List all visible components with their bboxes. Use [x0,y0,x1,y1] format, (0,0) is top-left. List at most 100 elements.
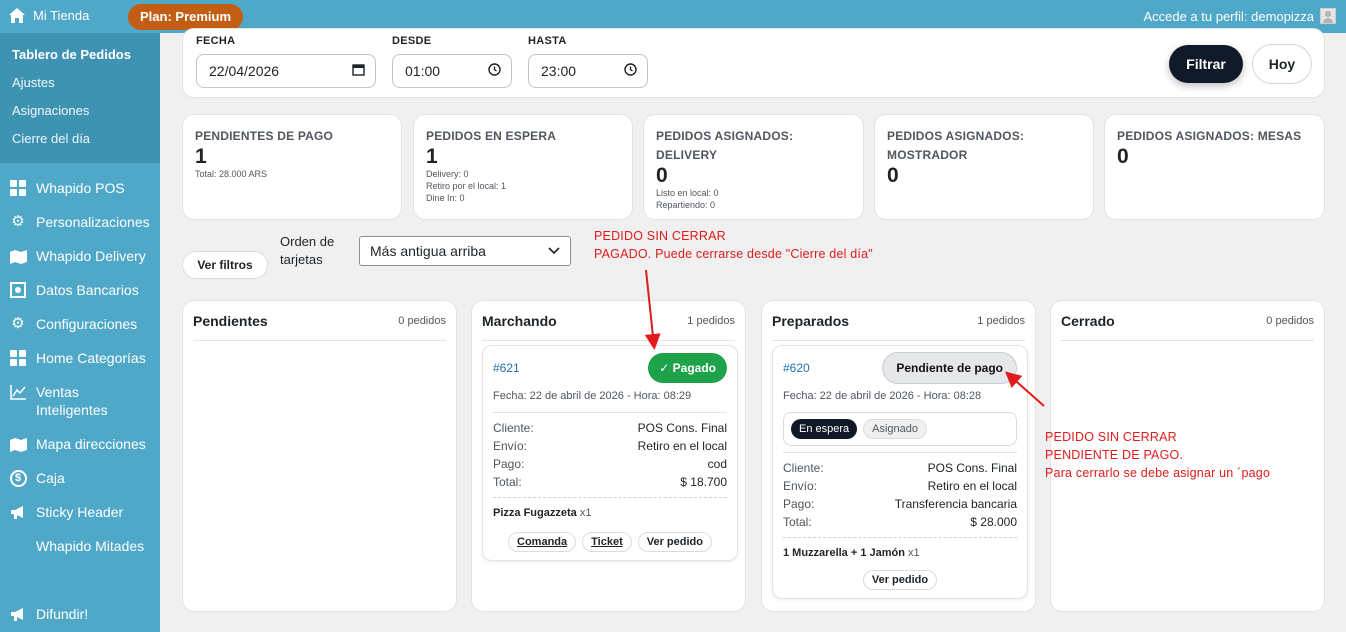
stat-asignados-mesas: PEDIDOS ASIGNADOS: MESAS 0 [1104,114,1325,220]
hasta-value: 23:00 [541,63,577,79]
sidebar-item-difundir[interactable]: Difundir! [0,605,165,623]
sidebar-item-label: Whapido Mitades [36,538,145,554]
estado-asignado[interactable]: Asignado [863,419,928,439]
sidebar-item-whapido-mitades[interactable]: Whapido Mitades [0,537,160,555]
sidebar-item-caja[interactable]: $ Caja [0,469,160,487]
row-value: POS Cons. Final [637,421,727,435]
stat-sub: Listo en local: 0 [656,188,719,198]
row-value: cod [707,457,727,471]
stat-title: PEDIDOS ASIGNADOS: DELIVERY [656,129,794,162]
map-icon [9,435,27,453]
gear-icon: ⚙ [11,315,25,332]
submenu-item-asignaciones[interactable]: Asignaciones [0,97,160,125]
ver-pedido-button[interactable]: Ver pedido [862,570,938,590]
order-items: Pizza Fugazzeta x1 [493,504,727,522]
calendar-icon[interactable] [352,63,365,79]
column-pendientes: Pendientes 0 pedidos [182,300,457,612]
annotation-pagado: PEDIDO SIN CERRAR PAGADO. Puede cerrarse… [594,227,873,263]
stat-value: 0 [1117,145,1129,168]
hoy-button[interactable]: Hoy [1252,44,1312,84]
column-preparados: Preparados 1 pedidos #620 Pendiente de p… [761,300,1036,612]
row-value: Transferencia bancaria [894,497,1017,511]
site-home-link[interactable]: Mi Tienda [9,8,89,23]
annotation-line: PEDIDO SIN CERRAR [594,229,726,243]
blank-icon [9,537,27,555]
item-qty: x1 [908,547,920,559]
grid-icon [9,349,27,367]
orden-select[interactable]: Más antigua arriba [359,236,571,266]
divider [493,497,727,498]
clock-icon[interactable] [624,63,637,79]
stat-asignados-mostrador: PEDIDOS ASIGNADOS: MOSTRADOR 0 [874,114,1094,220]
estado-selector: En espera Asignado [783,412,1017,446]
pendiente-pago-badge[interactable]: Pendiente de pago [882,352,1017,384]
fecha-label: FECHA [196,35,236,47]
profile-link[interactable]: Accede a tu perfil: demopizza [1143,8,1336,24]
annotation-line: PEDIDO SIN CERRAR [1045,430,1177,444]
stat-pendientes-pago: PENDIENTES DE PAGO 1 Total: 28.000 ARS [182,114,402,220]
megaphone-icon [9,605,27,623]
plan-badge[interactable]: Plan: Premium [128,4,244,30]
sidebar-item-sticky-header[interactable]: Sticky Header [0,503,160,521]
row-value: POS Cons. Final [927,461,1017,475]
column-count: 0 pedidos [1266,314,1314,327]
hasta-input[interactable]: 23:00 [528,54,648,88]
submenu-item-tablero[interactable]: Tablero de Pedidos [0,41,160,69]
sidebar-item-configuraciones[interactable]: ⚙ Configuraciones [0,315,160,333]
sidebar-item-ventas-inteligentes[interactable]: Ventas Inteligentes [0,383,160,419]
divider [783,537,1017,538]
order-row-total: Total: $ 18.700 [493,473,727,491]
ver-filtros-button[interactable]: Ver filtros [182,251,268,279]
column-header: Marchando 1 pedidos [482,301,735,341]
sidebar-item-whapido-pos[interactable]: Whapido POS [0,179,160,197]
column-count: 1 pedidos [687,314,735,327]
stat-title: PEDIDOS EN ESPERA [426,129,557,143]
pagado-badge[interactable]: ✓ Pagado [648,353,727,383]
filtrar-button[interactable]: Filtrar [1169,45,1243,83]
sidebar-item-label: Whapido POS [36,180,125,196]
column-title: Pendientes [193,312,268,329]
submenu-item-ajustes[interactable]: Ajustes [0,69,160,97]
sidebar-item-home-categorias[interactable]: Home Categorías [0,349,160,367]
order-header: #621 ✓ Pagado [493,346,727,390]
sidebar-item-datos-bancarios[interactable]: Datos Bancarios [0,281,160,299]
desde-input[interactable]: 01:00 [392,54,512,88]
order-row-pago: Pago: Transferencia bancaria [783,495,1017,513]
estado-en-espera[interactable]: En espera [791,419,858,439]
chart-icon [9,383,27,401]
divider [783,452,1017,453]
stat-value: 1 [426,145,438,168]
sidebar-item-mapa-direcciones[interactable]: Mapa direcciones [0,435,160,453]
column-header: Preparados 1 pedidos [772,301,1025,341]
grid-icon [9,179,27,197]
order-items: 1 Muzzarella + 1 Jamón x1 [783,544,1017,562]
comanda-button[interactable]: Comanda [508,532,577,552]
order-id[interactable]: #621 [493,361,520,375]
ver-pedido-button[interactable]: Ver pedido [637,532,712,552]
item-name: 1 Muzzarella + 1 Jamón [783,547,905,559]
hasta-group: HASTA 23:00 [528,35,648,88]
sidebar: Tablero de Pedidos Ajustes Asignaciones … [0,33,160,632]
column-count: 0 pedidos [398,314,446,327]
profile-label: Accede a tu perfil: demopizza [1143,8,1314,24]
row-key: Envío: [493,439,528,453]
orden-value: Más antigua arriba [370,243,486,259]
stat-sub: Retiro por el local: 1 [426,181,507,191]
fecha-input[interactable]: 22/04/2026 [196,54,376,88]
clock-icon[interactable] [488,63,501,79]
stat-sub: Total: 28.000 ARS [195,169,268,179]
submenu-item-cierre[interactable]: Cierre del día [0,125,160,153]
sidebar-item-personalizaciones[interactable]: ⚙ Personalizaciones [0,213,160,231]
row-key: Total: [493,475,522,489]
order-card-621[interactable]: #621 ✓ Pagado Fecha: 22 de abril de 2026… [482,345,738,561]
stat-asignados-delivery: PEDIDOS ASIGNADOS: DELIVERY 0 Listo en l… [643,114,864,220]
sidebar-item-whapido-delivery[interactable]: Whapido Delivery [0,247,160,265]
annotation-pendiente: PEDIDO SIN CERRAR PENDIENTE DE PAGO. Par… [1045,428,1270,482]
order-date: Fecha: 22 de abril de 2026 - Hora: 08:29 [493,390,692,402]
order-id[interactable]: #620 [783,361,810,375]
sidebar-item-label: Mapa direcciones [36,436,146,452]
order-card-620[interactable]: #620 Pendiente de pago Fecha: 22 de abri… [772,345,1028,599]
ticket-button[interactable]: Ticket [582,532,632,552]
order-row-pago: Pago: cod [493,455,727,473]
orden-label: Orden de tarjetas [280,234,335,267]
